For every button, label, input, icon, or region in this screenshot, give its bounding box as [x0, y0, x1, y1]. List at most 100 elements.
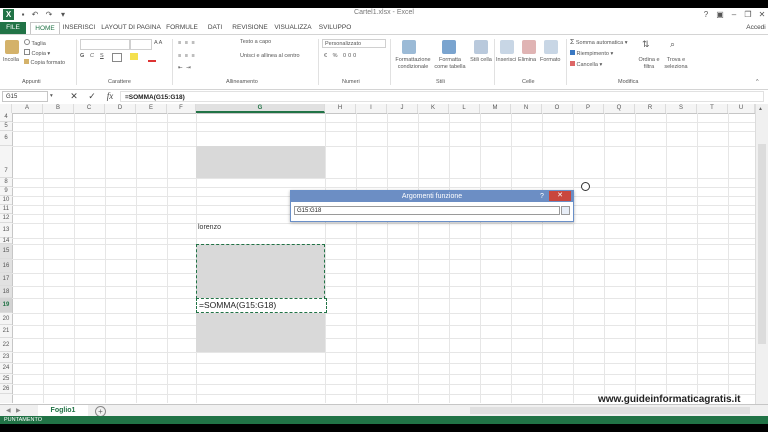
column-header[interactable]: O	[542, 104, 573, 113]
help-icon[interactable]: ?	[537, 191, 547, 202]
font-grow-shrink-buttons[interactable]: A A	[154, 40, 162, 46]
select-all-corner[interactable]	[0, 104, 12, 113]
row-header[interactable]: 25	[0, 374, 12, 384]
font-name-dropdown[interactable]	[80, 39, 130, 50]
collapse-ribbon-icon[interactable]: ^	[756, 79, 759, 85]
row-header[interactable]: 18	[0, 286, 12, 298]
cell-range-g20-g22[interactable]	[196, 313, 325, 352]
tab-formulas[interactable]: FORMULE	[164, 22, 200, 34]
tab-page-layout[interactable]: LAYOUT DI PAGINA	[100, 22, 162, 34]
range-reference-input[interactable]: G15:G18	[294, 206, 560, 215]
name-box-dropdown-icon[interactable]: ▾	[50, 93, 53, 99]
cell-styles-icon[interactable]	[474, 40, 488, 54]
tab-home[interactable]: HOME	[30, 22, 60, 34]
row-header[interactable]: 10	[0, 196, 12, 205]
scroll-up-icon[interactable]: ▲	[758, 106, 763, 112]
sheet-next-icon[interactable]: ▶	[16, 407, 21, 414]
sheet-prev-icon[interactable]: ◀	[6, 407, 11, 414]
autosum-button[interactable]: Σ Somma automatica ▾	[570, 39, 628, 46]
close-icon[interactable]: ✕	[549, 191, 571, 201]
insert-function-button[interactable]: fx	[104, 91, 116, 102]
cell-grid[interactable]: lorenzo =SOMMA(G15:G18)	[12, 113, 755, 403]
insert-cells-icon[interactable]	[500, 40, 514, 54]
bold-button[interactable]: G	[80, 53, 84, 59]
restore-icon[interactable]: ❐	[742, 9, 754, 20]
borders-icon[interactable]	[112, 53, 122, 62]
column-header[interactable]: K	[418, 104, 449, 113]
cancel-entry-icon[interactable]: ✕	[68, 91, 80, 102]
row-header[interactable]: 9	[0, 187, 12, 196]
column-header[interactable]: Q	[604, 104, 635, 113]
row-header[interactable]: 6	[0, 131, 12, 146]
cut-button[interactable]: Taglia	[24, 39, 46, 47]
tab-review[interactable]: REVISIONE	[230, 22, 270, 34]
column-header[interactable]: N	[511, 104, 542, 113]
indent-buttons[interactable]: ⇤ ⇥	[178, 65, 192, 71]
row-header[interactable]: 20	[0, 313, 12, 325]
sort-filter-icon[interactable]: ⇅	[642, 39, 650, 50]
column-header[interactable]: I	[356, 104, 387, 113]
column-header[interactable]: A	[12, 104, 43, 113]
conditional-format-button[interactable]: Formattazione condizionale	[392, 57, 434, 71]
help-icon[interactable]: ?	[700, 9, 712, 20]
row-header[interactable]: 16	[0, 259, 12, 273]
italic-button[interactable]: C	[90, 53, 94, 59]
row-header[interactable]: 23	[0, 352, 12, 363]
row-header[interactable]: 22	[0, 338, 12, 352]
delete-cells-icon[interactable]	[522, 40, 536, 54]
tab-view[interactable]: VISUALIZZA	[272, 22, 314, 34]
number-format-buttons[interactable]: € % 000	[324, 53, 358, 59]
insert-cells-button[interactable]: Inserisci	[496, 57, 516, 63]
row-header[interactable]: 12	[0, 214, 12, 223]
format-painter-button[interactable]: Copia formato	[24, 59, 65, 66]
column-header[interactable]: D	[105, 104, 136, 113]
cell-g12[interactable]: lorenzo	[198, 224, 221, 231]
sort-filter-button[interactable]: Ordina e filtra	[636, 57, 662, 71]
column-header[interactable]: H	[325, 104, 356, 113]
row-header[interactable]: 17	[0, 273, 12, 286]
confirm-entry-icon[interactable]: ✓	[86, 91, 98, 102]
formula-input[interactable]: =SOMMA(G15:G18)	[120, 91, 764, 102]
column-header[interactable]: B	[43, 104, 74, 113]
font-color-icon[interactable]	[148, 53, 156, 62]
column-header[interactable]: J	[387, 104, 418, 113]
tab-data[interactable]: DATI	[202, 22, 228, 34]
column-header[interactable]: P	[573, 104, 604, 113]
row-header[interactable]: 15	[0, 244, 12, 259]
underline-button[interactable]: S	[100, 53, 104, 59]
format-cells-button[interactable]: Formato	[540, 57, 560, 63]
cell-g7-filled[interactable]	[196, 146, 325, 178]
row-header[interactable]: 7	[0, 146, 12, 178]
column-header[interactable]: M	[480, 104, 511, 113]
paste-icon[interactable]	[5, 40, 19, 54]
name-box[interactable]: G15	[2, 91, 48, 102]
wrap-text-button[interactable]: Testo a capo	[240, 39, 271, 45]
clear-button[interactable]: Cancella ▾	[570, 61, 602, 68]
vertical-scrollbar[interactable]: ▲	[755, 104, 768, 404]
format-table-icon[interactable]	[442, 40, 456, 54]
fill-color-icon[interactable]	[130, 53, 138, 60]
horizontal-align-buttons[interactable]: ≡ ≡ ≡	[178, 53, 196, 59]
cell-g19-editing[interactable]: =SOMMA(G15:G18)	[196, 298, 327, 313]
row-header[interactable]: 24	[0, 363, 12, 374]
column-header-selected[interactable]: G	[196, 104, 325, 113]
sign-in-link[interactable]: Accedi	[744, 22, 768, 34]
row-header[interactable]: 11	[0, 205, 12, 214]
column-header[interactable]: T	[697, 104, 728, 113]
number-format-dropdown[interactable]: Personalizzato	[322, 39, 386, 48]
find-select-button[interactable]: Trova e seleziona	[662, 57, 690, 71]
row-header[interactable]: 21	[0, 325, 12, 338]
font-size-dropdown[interactable]	[130, 39, 152, 50]
row-header-selected[interactable]: 19	[0, 298, 12, 313]
column-header[interactable]: R	[635, 104, 666, 113]
scroll-thumb[interactable]	[758, 144, 766, 344]
column-header[interactable]: L	[449, 104, 480, 113]
copy-button[interactable]: Copia ▾	[24, 49, 50, 57]
expand-dialog-icon[interactable]	[561, 206, 570, 215]
binoculars-icon[interactable]: ⌕	[670, 39, 675, 50]
row-header[interactable]: 8	[0, 178, 12, 187]
vertical-align-buttons[interactable]: ≡ ≡ ≡	[178, 40, 196, 46]
tab-developer[interactable]: SVILUPPO	[316, 22, 354, 34]
cell-styles-button[interactable]: Stili cella	[470, 57, 492, 64]
ribbon-options-icon[interactable]: ▣	[714, 9, 726, 20]
